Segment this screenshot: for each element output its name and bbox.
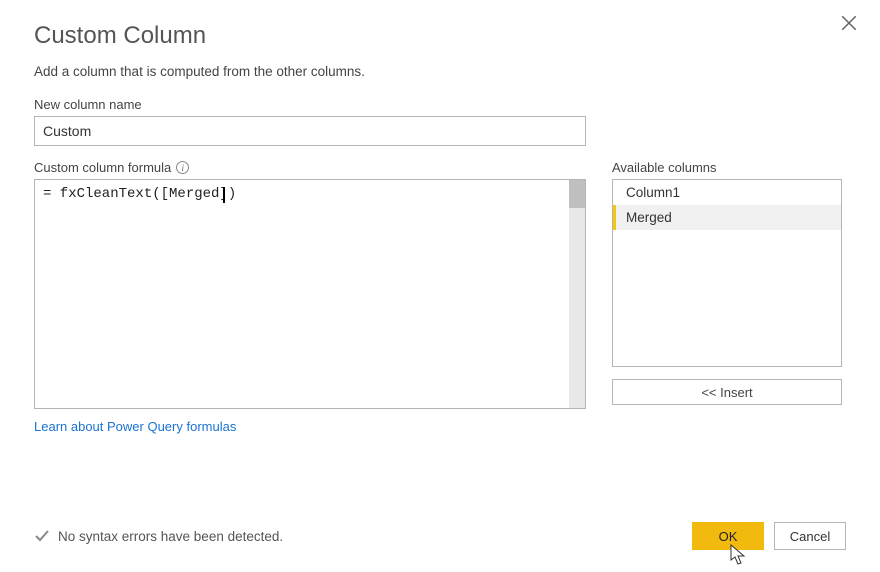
formula-label: Custom column formula i (34, 160, 586, 175)
check-icon (34, 528, 50, 544)
text-cursor (223, 187, 225, 203)
column-name-input[interactable] (34, 116, 586, 146)
info-icon[interactable]: i (176, 161, 189, 174)
cancel-button[interactable]: Cancel (774, 522, 846, 550)
scrollbar-track[interactable] (569, 180, 585, 408)
dialog-title: Custom Column (34, 22, 846, 50)
dialog-subtitle: Add a column that is computed from the o… (34, 64, 846, 79)
ok-button[interactable]: OK (692, 522, 764, 550)
formula-editor[interactable] (34, 179, 586, 409)
status-bar: No syntax errors have been detected. (34, 528, 283, 544)
scrollbar-thumb[interactable] (569, 180, 585, 208)
custom-column-dialog: Custom Column Add a column that is compu… (0, 0, 880, 572)
name-label: New column name (34, 97, 846, 112)
learn-link[interactable]: Learn about Power Query formulas (34, 419, 236, 434)
formula-textarea[interactable] (35, 180, 585, 408)
insert-button[interactable]: << Insert (612, 379, 842, 405)
available-item[interactable]: Column1 (613, 180, 841, 205)
formula-label-text: Custom column formula (34, 160, 171, 175)
close-icon[interactable] (840, 14, 858, 32)
available-item[interactable]: Merged (613, 205, 841, 230)
status-message: No syntax errors have been detected. (58, 529, 283, 544)
available-columns-list[interactable]: Column1 Merged (612, 179, 842, 367)
available-label: Available columns (612, 160, 842, 175)
